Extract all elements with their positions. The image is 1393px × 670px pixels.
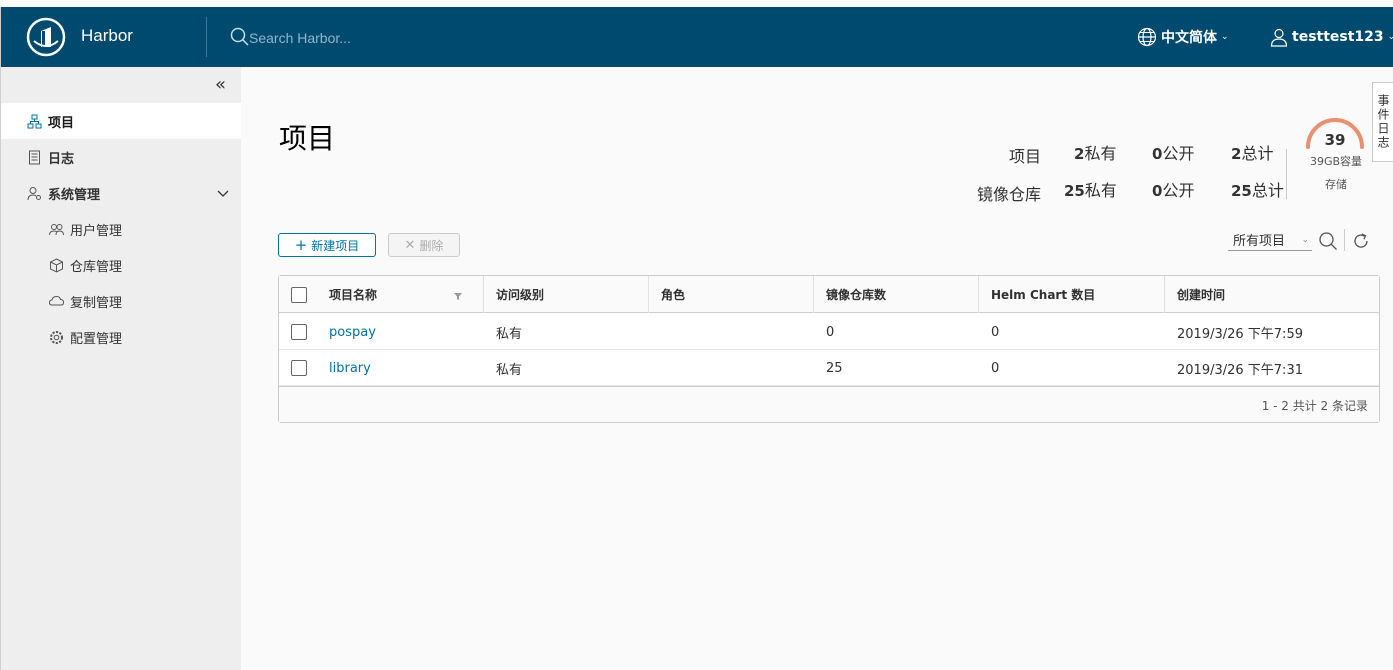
project-name-cell: pospay bbox=[317, 314, 376, 350]
table-row: pospay 私有 0 0 2019/3/26 下午7:59 bbox=[279, 314, 1379, 350]
role-cell bbox=[649, 314, 661, 350]
chevron-down-icon[interactable] bbox=[217, 187, 229, 199]
user-icon bbox=[1270, 28, 1288, 47]
delete-button[interactable]: ✕ 删除 bbox=[388, 233, 460, 257]
gear-icon bbox=[48, 329, 64, 345]
sidebar-item-admin[interactable]: 系统管理 bbox=[1, 175, 241, 211]
globe-icon bbox=[1137, 27, 1157, 47]
toolbar-separator bbox=[1344, 229, 1345, 251]
sidebar-nav: 项目 日志 系统管理 用户管理 仓库管理 复制管理 配置管理 bbox=[1, 103, 241, 355]
sidebar-item-label: 项目 bbox=[48, 115, 75, 131]
replication-icon bbox=[48, 293, 64, 309]
collapse-sidebar-icon[interactable]: « bbox=[215, 76, 233, 95]
log-icon bbox=[26, 149, 42, 165]
datagrid-footer: 1 - 2 共计 2 条记录 bbox=[279, 386, 1379, 422]
search-icon[interactable] bbox=[1318, 231, 1338, 251]
language-selector[interactable]: 中文简体 ⌄ bbox=[1137, 26, 1229, 48]
refresh-icon[interactable] bbox=[1351, 231, 1371, 251]
projects-stats-label: 项目 bbox=[1008, 147, 1041, 166]
repos-private-count: 25私有 bbox=[1064, 181, 1117, 200]
sidebar: « 项目 日志 系统管理 用户管理 仓库管理 复制管理 配置管理 bbox=[1, 67, 241, 670]
sidebar-item-label: 配置管理 bbox=[70, 331, 123, 347]
sidebar-item-logs[interactable]: 日志 bbox=[1, 139, 241, 175]
sidebar-item-users[interactable]: 用户管理 bbox=[1, 211, 241, 247]
column-header-access[interactable]: 访问级别 bbox=[484, 276, 649, 313]
new-project-button[interactable]: + 新建项目 bbox=[278, 233, 376, 257]
row-checkbox[interactable] bbox=[291, 324, 307, 340]
table-row: library 私有 25 0 2019/3/26 下午7:31 bbox=[279, 350, 1379, 386]
brand-name: Harbor bbox=[81, 26, 133, 45]
main-content: 项目 项目 2私有 0公开 2总计 镜像仓库 25私有 0公开 25总计 39 … bbox=[241, 67, 1393, 670]
repos-total-count: 25总计 bbox=[1231, 181, 1284, 200]
stats-divider bbox=[1286, 149, 1287, 199]
project-filter-select[interactable]: 所有项目 ⌄ bbox=[1228, 229, 1312, 251]
repo-count-cell: 25 bbox=[826, 360, 843, 376]
harbor-logo-icon[interactable] bbox=[26, 17, 66, 57]
page-title: 项目 bbox=[279, 123, 336, 154]
chevron-down-icon: ⌄ bbox=[1387, 32, 1393, 42]
projects-total-count: 2总计 bbox=[1231, 144, 1274, 163]
projects-private-count: 2私有 bbox=[1074, 144, 1117, 163]
project-link[interactable]: pospay bbox=[329, 325, 376, 340]
sidebar-item-label: 用户管理 bbox=[70, 223, 123, 239]
sidebar-item-label: 复制管理 bbox=[70, 295, 123, 311]
top-strip bbox=[0, 0, 1393, 7]
chevron-down-icon: ⌄ bbox=[1221, 32, 1229, 42]
admin-icon bbox=[26, 185, 42, 201]
projects-datagrid: 项目名称 访问级别 角色 镜像仓库数 Helm Chart 数目 创建时间 po… bbox=[278, 275, 1380, 423]
sidebar-item-projects[interactable]: 项目 bbox=[1, 103, 241, 139]
created-time-cell: 2019/3/26 下午7:59 bbox=[1177, 326, 1303, 342]
app-frame: Harbor 中文简体 ⌄ testtest123 ⌄ bbox=[0, 7, 1393, 670]
column-header-repos[interactable]: 镜像仓库数 bbox=[814, 276, 979, 313]
sidebar-item-configuration[interactable]: 配置管理 bbox=[1, 319, 241, 355]
storage-gauge-value: 39 bbox=[1324, 131, 1346, 149]
pagination-summary: 1 - 2 共计 2 条记录 bbox=[1261, 399, 1368, 413]
column-header-role[interactable]: 角色 bbox=[649, 276, 814, 313]
projects-public-count: 0公开 bbox=[1152, 144, 1195, 163]
chart-count-cell: 0 bbox=[991, 324, 1000, 340]
sidebar-item-replications[interactable]: 复制管理 bbox=[1, 283, 241, 319]
global-search-input[interactable] bbox=[249, 26, 549, 50]
select-all-checkbox[interactable] bbox=[291, 287, 307, 303]
storage-label: 存储 bbox=[1325, 178, 1347, 191]
project-link[interactable]: library bbox=[329, 361, 371, 376]
column-header-name[interactable]: 项目名称 bbox=[317, 276, 484, 313]
username-label: testtest123 bbox=[1292, 29, 1384, 45]
sidebar-item-registries[interactable]: 仓库管理 bbox=[1, 247, 241, 283]
sidebar-item-label: 仓库管理 bbox=[70, 259, 123, 275]
sidebar-item-label: 日志 bbox=[48, 151, 75, 167]
chart-count-cell: 0 bbox=[991, 360, 1000, 376]
users-icon bbox=[48, 221, 64, 237]
language-label: 中文简体 bbox=[1161, 30, 1217, 46]
search-icon bbox=[230, 27, 249, 46]
header-divider bbox=[206, 17, 207, 57]
registry-icon bbox=[48, 257, 64, 273]
access-level-cell: 私有 bbox=[496, 326, 523, 342]
filter-icon[interactable] bbox=[453, 291, 463, 301]
event-log-tab[interactable]: 事件日志 bbox=[1372, 82, 1393, 162]
chevron-down-icon: ⌄ bbox=[1301, 234, 1309, 245]
repos-public-count: 0公开 bbox=[1152, 181, 1195, 200]
repos-stats-label: 镜像仓库 bbox=[976, 185, 1041, 204]
datagrid-header: 项目名称 访问级别 角色 镜像仓库数 Helm Chart 数目 创建时间 bbox=[279, 276, 1379, 313]
row-checkbox[interactable] bbox=[291, 360, 307, 376]
plus-icon: + bbox=[294, 236, 308, 254]
app-header: Harbor 中文简体 ⌄ testtest123 ⌄ bbox=[1, 7, 1393, 67]
role-cell bbox=[649, 350, 661, 386]
storage-capacity: 39GB容量 bbox=[1309, 155, 1363, 168]
close-icon: ✕ bbox=[404, 237, 416, 253]
access-level-cell: 私有 bbox=[496, 362, 523, 378]
sidebar-item-label: 系统管理 bbox=[48, 187, 101, 203]
project-name-cell: library bbox=[317, 350, 371, 386]
column-header-charts[interactable]: Helm Chart 数目 bbox=[979, 276, 1165, 313]
column-header-created[interactable]: 创建时间 bbox=[1165, 276, 1379, 313]
user-menu[interactable]: testtest123 ⌄ bbox=[1269, 26, 1393, 48]
created-time-cell: 2019/3/26 下午7:31 bbox=[1177, 362, 1303, 378]
repo-count-cell: 0 bbox=[826, 324, 835, 340]
projects-icon bbox=[26, 113, 42, 129]
